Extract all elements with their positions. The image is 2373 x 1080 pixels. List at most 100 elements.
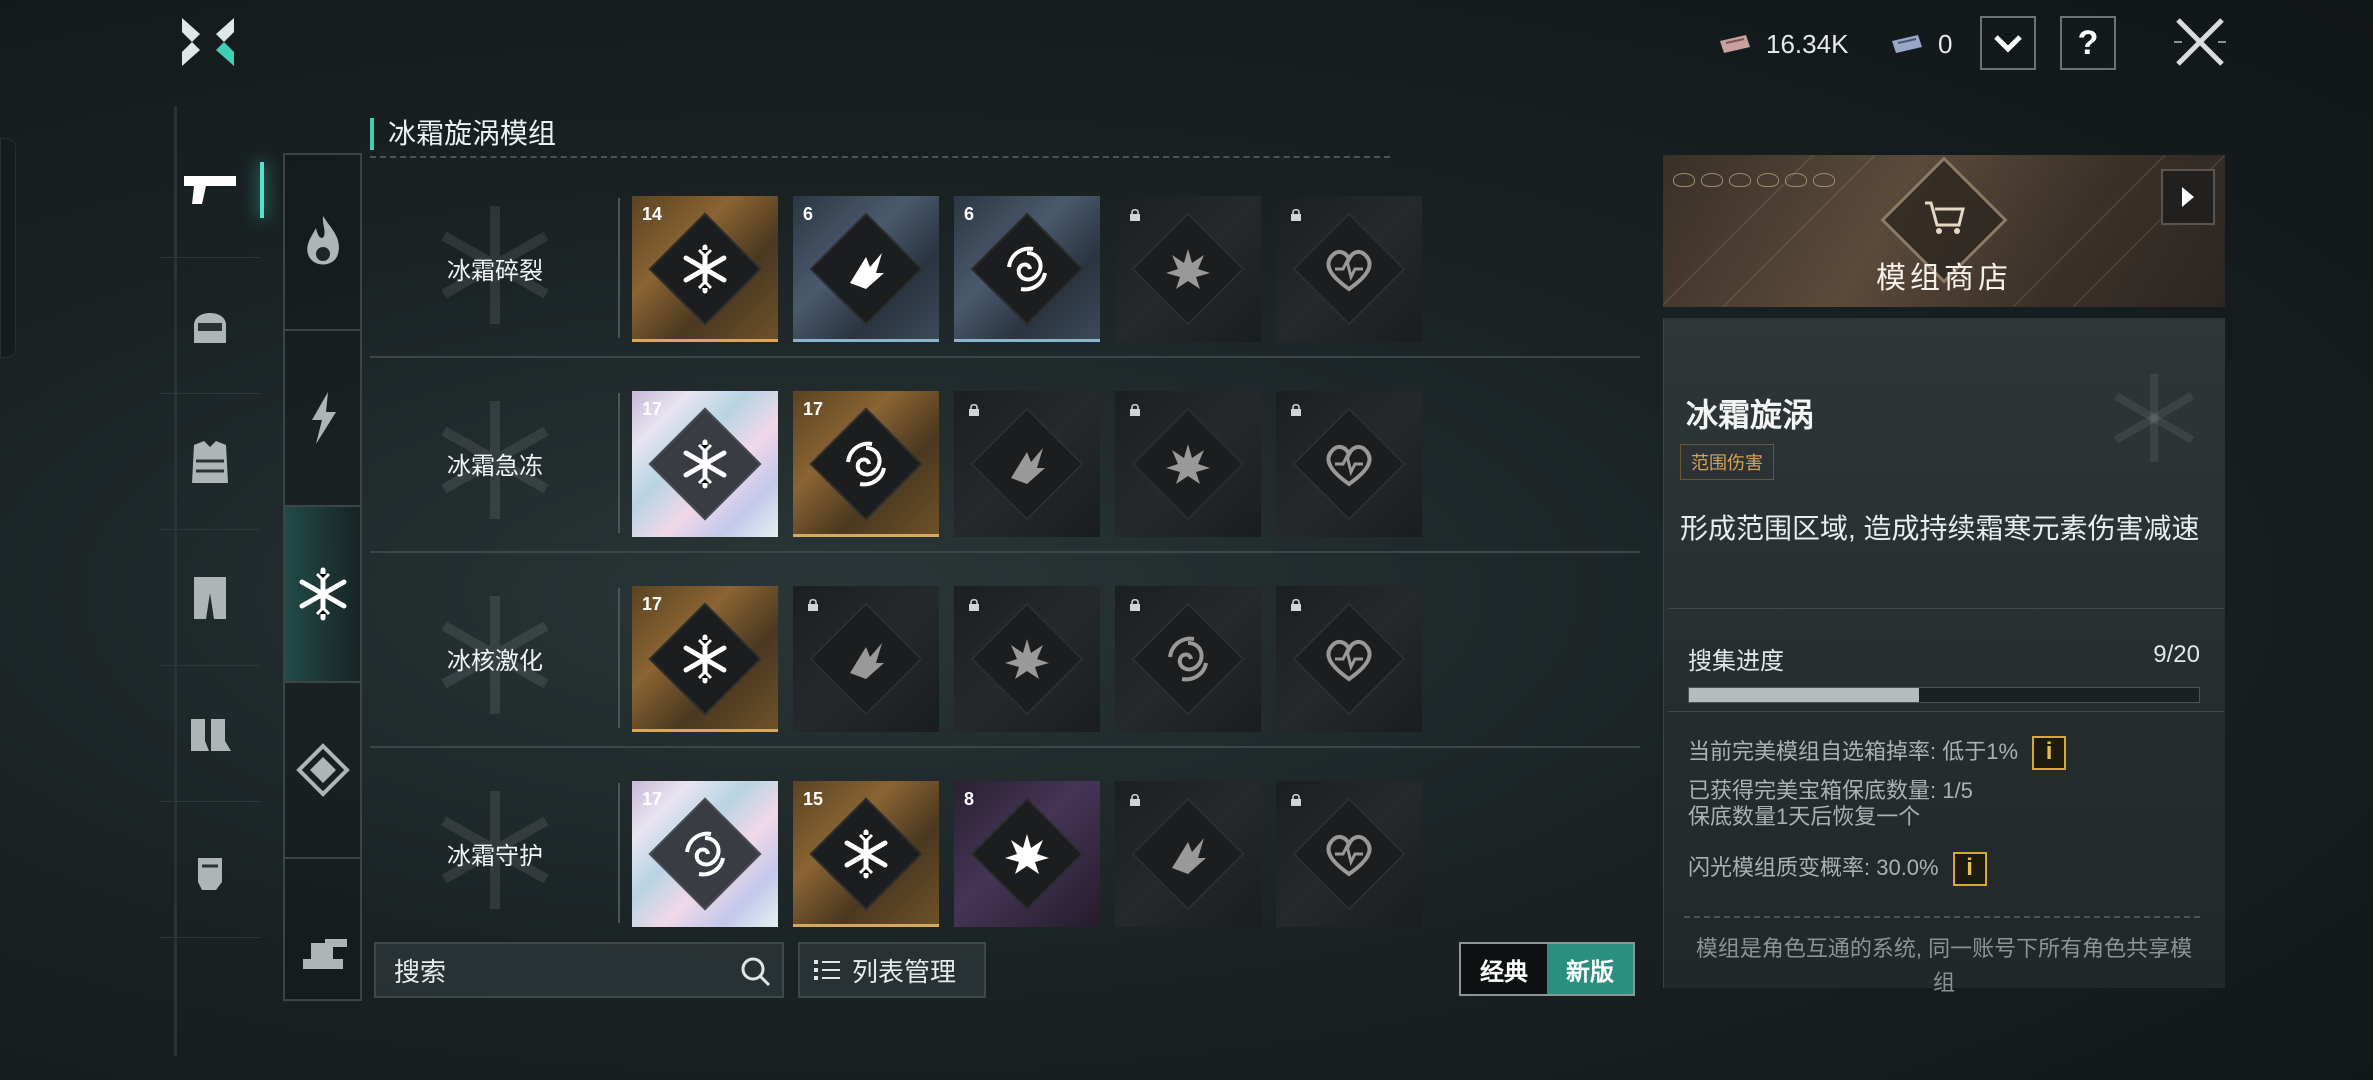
dropdown-button[interactable] [1980, 16, 2036, 70]
card-count: 17 [642, 594, 663, 614]
mode-new-button[interactable]: 新版 [1547, 944, 1633, 994]
detail-divider [1684, 916, 2200, 918]
module-card[interactable] [1115, 586, 1261, 732]
progress-fill [1689, 688, 1919, 702]
module-card[interactable] [1115, 391, 1261, 537]
chevron-right-icon [2182, 187, 2194, 207]
card-count: 17 [642, 789, 663, 809]
module-shop-banner[interactable]: 模组商店 [1663, 155, 2225, 307]
collection-progress: 搜集进度 9/20 [1668, 608, 2224, 712]
help-button[interactable]: ? [2060, 16, 2116, 70]
module-card[interactable] [1115, 781, 1261, 927]
module-card[interactable] [1276, 196, 1422, 342]
tab-fire[interactable] [285, 155, 360, 331]
lock-icon [1130, 598, 1140, 611]
vortex-icon [846, 441, 886, 487]
drop-rate-line: 当前完美模组自选箱掉率: 低于1% i [1688, 736, 2067, 770]
info-button[interactable]: i [1952, 852, 1987, 886]
lock-icon [1130, 403, 1140, 416]
module-card[interactable]: 14 [632, 196, 778, 342]
row-separator [618, 588, 620, 728]
module-card[interactable]: 6 [954, 196, 1100, 342]
rank-badge [1701, 173, 1723, 187]
rail-item-weapon[interactable] [160, 122, 264, 258]
module-card[interactable]: 17 [632, 781, 778, 927]
tab-lightning[interactable] [285, 331, 360, 507]
arrow-burst-icon [1011, 448, 1045, 484]
mutation-rate-text: 闪光模组质变概率: 30.0% [1688, 854, 1939, 880]
diamond-emblem-icon [295, 743, 350, 797]
explosion-icon [1166, 249, 1210, 289]
game-logo [182, 18, 234, 66]
rail-item-boots[interactable] [160, 666, 260, 802]
search-placeholder: 搜索 [394, 956, 447, 987]
rank-badge [1813, 173, 1835, 187]
vortex-icon [685, 831, 725, 877]
tab-turret[interactable] [285, 859, 360, 1035]
lock-icon [1291, 598, 1301, 611]
lock-icon [969, 598, 979, 611]
element-tabs [283, 153, 362, 1001]
module-row-name[interactable]: 冰霜急冻 [370, 373, 620, 553]
module-card[interactable]: 6 [793, 196, 939, 342]
side-drawer-handle[interactable] [0, 138, 16, 358]
module-card[interactable] [1115, 196, 1261, 342]
module-card[interactable]: 17 [632, 391, 778, 537]
module-card[interactable] [1276, 586, 1422, 732]
vortex-icon [1168, 636, 1208, 682]
rank-badge [1785, 173, 1807, 187]
card-count: 8 [964, 789, 975, 809]
module-row-name[interactable]: 冰霜守护 [370, 763, 620, 943]
rail-item-gloves[interactable] [160, 802, 260, 938]
tab-frost[interactable] [285, 507, 360, 683]
lock-icon [1130, 208, 1140, 221]
module-card[interactable] [1276, 781, 1422, 927]
close-icon[interactable] [2172, 14, 2228, 70]
flame-icon [306, 216, 339, 265]
glove-icon [198, 857, 222, 890]
info-button[interactable]: i [2032, 736, 2067, 770]
module-card[interactable]: 17 [793, 391, 939, 537]
module-card[interactable] [793, 586, 939, 732]
module-description: 形成范围区域, 造成持续霜寒元素伤害减速 [1680, 513, 2200, 544]
ticket-blue-icon [1892, 35, 1922, 53]
lock-icon [1291, 793, 1301, 806]
row-divider [370, 551, 1640, 553]
progress-label: 搜集进度 [1688, 648, 1784, 675]
module-card[interactable]: 15 [793, 781, 939, 927]
lock-icon [1291, 208, 1301, 221]
module-card[interactable] [954, 586, 1100, 732]
arrow-burst-icon [850, 643, 884, 679]
rail-item-helmet[interactable] [160, 258, 260, 394]
module-row: 冰霜碎裂 14 6 6 [370, 178, 1640, 358]
shop-open-button[interactable] [2161, 169, 2215, 225]
heart-icon [1326, 250, 1372, 292]
row-separator [618, 783, 620, 923]
search-input[interactable]: 搜索 [374, 942, 784, 998]
module-row-name[interactable]: 冰霜碎裂 [370, 178, 620, 358]
module-card[interactable]: 17 [632, 586, 778, 732]
card-count: 6 [964, 204, 975, 224]
rail-item-pants[interactable] [160, 530, 260, 666]
explosion-icon [1005, 834, 1049, 874]
rail-item-armor[interactable] [160, 394, 260, 530]
currency-1: 16.34K [1718, 26, 1848, 62]
arrow-burst-icon [1172, 838, 1206, 874]
snowflake-watermark-icon [2113, 374, 2195, 462]
explosion-icon [1166, 444, 1210, 484]
module-row-name[interactable]: 冰核激化 [370, 568, 620, 748]
module-card[interactable] [954, 391, 1100, 537]
vest-icon [192, 440, 228, 483]
lock-icon [808, 598, 818, 611]
vortex-icon [1007, 246, 1047, 292]
search-icon[interactable] [740, 956, 772, 988]
arrow-burst-icon [850, 253, 884, 289]
module-card[interactable]: 8 [954, 781, 1100, 927]
module-row: 冰霜守护 17 15 8 [370, 763, 1640, 943]
tab-physical[interactable] [285, 683, 360, 859]
lightning-icon [311, 392, 336, 444]
snowflake-icon [683, 439, 727, 489]
module-card[interactable] [1276, 391, 1422, 537]
mode-classic-button[interactable]: 经典 [1461, 944, 1547, 994]
list-management-button[interactable]: 列表管理 [798, 942, 986, 998]
